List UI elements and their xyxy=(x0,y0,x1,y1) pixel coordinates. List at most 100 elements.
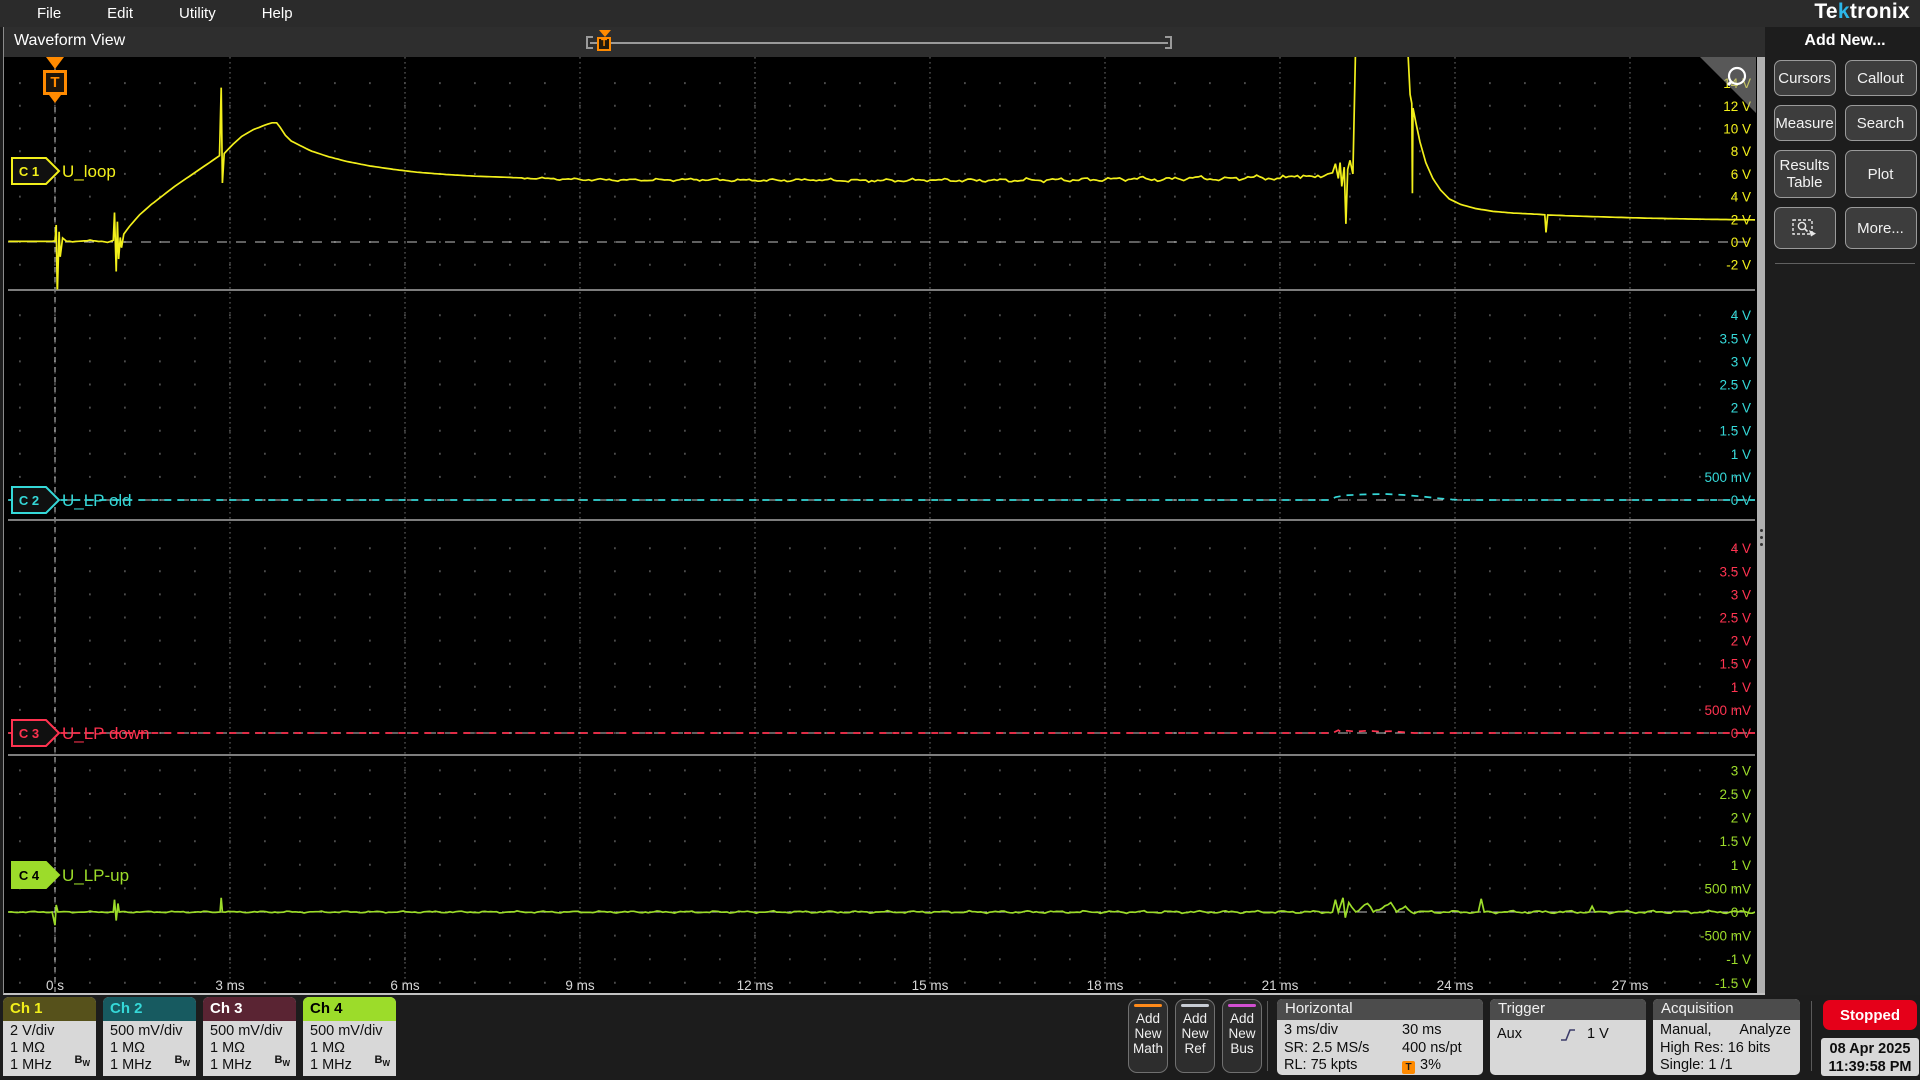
drag-handle-dot xyxy=(1759,529,1763,532)
trigger-position: T 3% xyxy=(1402,1057,1441,1075)
footer-divider xyxy=(1267,1001,1268,1071)
add-new-buttons: Add New Math Add New Ref Add New Bus xyxy=(1128,999,1262,1073)
add-new-ref-button[interactable]: Add New Ref xyxy=(1175,999,1215,1073)
slider-track[interactable] xyxy=(590,42,1168,44)
logo-text: Te xyxy=(1814,0,1838,23)
channel-card-ch3[interactable]: Ch 3 500 mV/div 1 MΩ 1 MHz BW xyxy=(203,997,296,1076)
results-table-button[interactable]: Results Table xyxy=(1773,150,1836,198)
accent-line xyxy=(1228,1004,1256,1007)
drag-handle-dot xyxy=(1759,543,1763,546)
add-new-bus-button[interactable]: Add New Bus xyxy=(1222,999,1262,1073)
channel-cards: Ch 12 V/div 1 MΩ 1 MHz BW Ch 2 500 mV/div 1 MΩ… xyxy=(3,997,396,1076)
y-axis-label: 2 V xyxy=(1731,811,1751,826)
menu-item-edit[interactable]: Edit xyxy=(84,5,156,22)
bandwidth-limit-badge: BW xyxy=(174,1053,190,1068)
sidebar-buttons: Cursors Callout Measure Search Results Table… xyxy=(1771,60,1919,249)
slider-trigger-marker[interactable]: T xyxy=(597,30,612,51)
accent-line xyxy=(1181,1004,1209,1007)
acquisition-analyze: Analyze xyxy=(1739,1022,1791,1038)
y-axis-label: 3 V xyxy=(1731,354,1751,369)
add-new-math-button[interactable]: Add New Math xyxy=(1128,999,1168,1073)
trigger-source: Aux xyxy=(1497,1026,1522,1042)
y-axis-label: 2 V xyxy=(1731,634,1751,649)
trigger-t-icon: T xyxy=(1402,1061,1415,1074)
channel-card-title: Ch 2 xyxy=(103,997,196,1021)
x-axis-label: 12 ms xyxy=(737,978,774,993)
menu-items: File Edit Utility Help xyxy=(14,5,316,22)
logo-accent: k xyxy=(1837,0,1850,23)
channel-badge-label: C 4 xyxy=(19,868,40,883)
acquisition-single: Single: 1 /1 xyxy=(1660,1057,1733,1073)
slice-scroll-strip[interactable] xyxy=(1757,57,1765,993)
y-axis-label: 0 V xyxy=(1731,235,1751,250)
channel-card-settings: 2 V/div 1 MΩ 1 MHz BW xyxy=(3,1021,96,1076)
menu-bar: File Edit Utility Help Tektronix xyxy=(0,0,1920,27)
more--button[interactable]: More... xyxy=(1844,207,1917,249)
cursors-button[interactable]: Cursors xyxy=(1773,60,1836,96)
y-axis-label: 8 V xyxy=(1731,144,1751,159)
horizontal-scale: 3 ms/div xyxy=(1284,1022,1338,1038)
x-axis-label: 21 ms xyxy=(1262,978,1299,993)
sidebar: Add New... Cursors Callout Measure Search Re… xyxy=(1771,30,1919,264)
y-axis-label: 1 V xyxy=(1731,447,1751,462)
y-axis-label: 3.5 V xyxy=(1719,564,1751,579)
y-axis-label: 10 V xyxy=(1723,122,1751,137)
y-axis-label: 6 V xyxy=(1731,167,1751,182)
trigger-t-icon: T xyxy=(43,70,67,95)
waveform-plot-area[interactable]: C 1 U_loop C 2 U_LP old C 3 U_LP down C 4 U_LP-… xyxy=(8,57,1756,993)
sample-rate: SR: 2.5 MS/s xyxy=(1284,1039,1370,1056)
ch3-trace xyxy=(8,729,1755,734)
button-label: Bus xyxy=(1230,1041,1254,1056)
channel-card-ch4[interactable]: Ch 4 500 mV/div 1 MΩ 1 MHz BW xyxy=(303,997,396,1076)
ch1-trace xyxy=(8,57,1755,290)
channel-card-ch1[interactable]: Ch 12 V/div 1 MΩ 1 MHz BW xyxy=(3,997,96,1076)
x-axis-label: 0 s xyxy=(46,978,64,993)
button-label: New xyxy=(1181,1026,1209,1041)
acquisition-panel[interactable]: Acquisition Manual, Analyze High Res: 16 … xyxy=(1653,999,1800,1075)
time-text: 11:39:58 PM xyxy=(1828,1059,1912,1075)
date-text: 08 Apr 2025 xyxy=(1829,1041,1911,1057)
horizontal-panel[interactable]: Horizontal 3 ms/div 30 ms SR: 2.5 MS/s 400… xyxy=(1277,999,1483,1075)
plot-button[interactable]: Plot xyxy=(1844,150,1917,198)
y-axis-label: 2.5 V xyxy=(1719,378,1751,393)
trigger-panel[interactable]: Trigger Aux 1 V xyxy=(1490,999,1646,1075)
measure-button[interactable]: Measure xyxy=(1773,105,1836,141)
menu-item-help[interactable]: Help xyxy=(239,5,316,22)
y-axis-label: 4 V xyxy=(1731,190,1751,205)
button-label: New xyxy=(1134,1026,1162,1041)
menu-item-utility[interactable]: Utility xyxy=(156,5,239,22)
y-axis-label: 3.5 V xyxy=(1719,331,1751,346)
button-label: Add xyxy=(1135,1011,1161,1026)
button-label: Add xyxy=(1229,1011,1255,1026)
zoom-select-button[interactable] xyxy=(1773,207,1836,249)
trigger-arrow-icon xyxy=(598,30,611,37)
search-button[interactable]: Search xyxy=(1844,105,1917,141)
channel-card-title: Ch 3 xyxy=(203,997,296,1021)
run-stop-status-button[interactable]: Stopped xyxy=(1823,1000,1917,1030)
channel-scale: 500 mV/div xyxy=(110,1023,183,1039)
trigger-position-marker[interactable]: T xyxy=(41,57,69,103)
horizontal-position-slider[interactable]: T xyxy=(586,30,1172,51)
menu-item-file[interactable]: File xyxy=(14,5,84,22)
y-axis-label: 0 V xyxy=(1731,726,1751,741)
y-axis-label: 4 V xyxy=(1731,541,1751,556)
horizontal-span: 30 ms xyxy=(1402,1022,1442,1038)
callout-button[interactable]: Callout xyxy=(1844,60,1917,96)
channel-trace-label: U_LP old xyxy=(62,491,132,510)
footer-bar: Ch 12 V/div 1 MΩ 1 MHz BW Ch 2 500 mV/div 1 MΩ… xyxy=(0,995,1920,1080)
horizontal-panel-title: Horizontal xyxy=(1277,999,1483,1020)
channel-badge-label: C 2 xyxy=(19,493,39,508)
x-axis-label: 27 ms xyxy=(1612,978,1649,993)
resolution: 400 ns/pt xyxy=(1402,1039,1462,1056)
button-label: Ref xyxy=(1184,1041,1206,1056)
bandwidth-limit-badge: BW xyxy=(274,1053,290,1068)
y-axis-label: 2 V xyxy=(1731,401,1751,416)
channel-card-settings: 500 mV/div 1 MΩ 1 MHz BW xyxy=(103,1021,196,1076)
y-axis-label: 2.5 V xyxy=(1719,787,1751,802)
channel-card-title: Ch 4 xyxy=(303,997,396,1021)
y-axis-label: 3 V xyxy=(1731,763,1751,778)
x-axis-label: 18 ms xyxy=(1087,978,1124,993)
x-axis-label: 24 ms xyxy=(1437,978,1474,993)
channel-card-ch2[interactable]: Ch 2 500 mV/div 1 MΩ 1 MHz BW xyxy=(103,997,196,1076)
button-label: New xyxy=(1228,1026,1256,1041)
